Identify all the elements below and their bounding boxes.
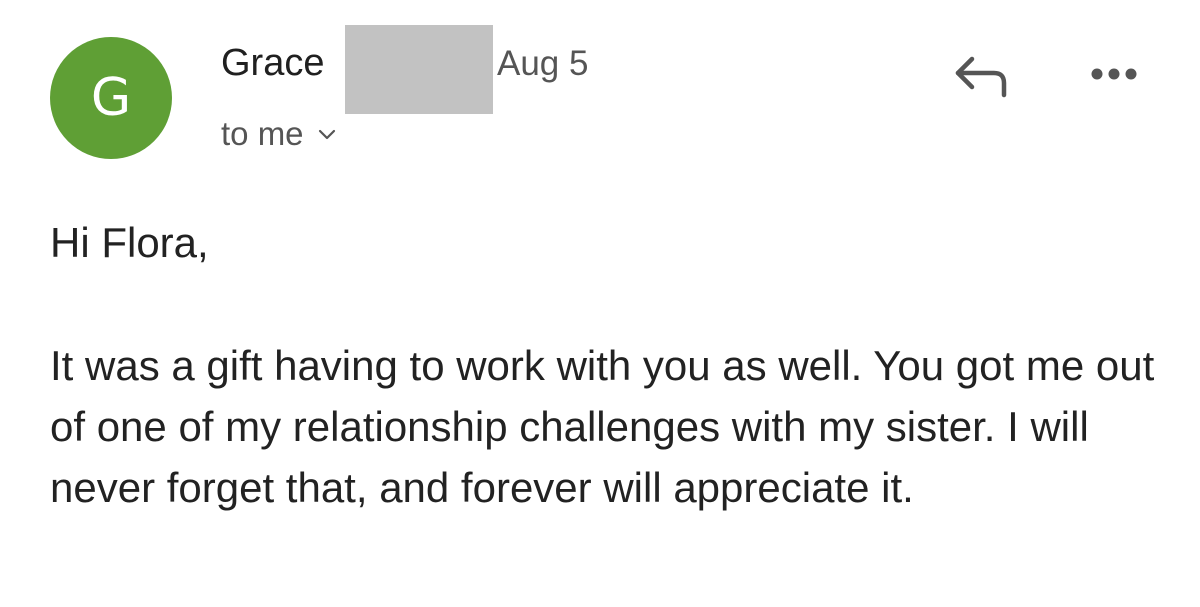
reply-button[interactable] — [945, 48, 1015, 104]
chevron-down-icon — [318, 129, 335, 140]
avatar-letter: G — [90, 68, 132, 128]
sender-name[interactable]: Grace — [221, 40, 324, 86]
message-greeting: Hi Flora, — [50, 219, 209, 266]
message-date: Aug 5 — [497, 44, 589, 83]
more-options-icon — [1091, 68, 1137, 80]
recipient-label: to me — [221, 115, 304, 152]
redacted-sender-email — [345, 25, 493, 114]
reply-icon — [955, 56, 1007, 98]
more-options-button[interactable] — [1080, 52, 1150, 96]
recipient-details-toggle[interactable]: to me — [221, 112, 338, 156]
message-body: It was a gift having to work with you as… — [50, 342, 1155, 511]
sender-avatar[interactable]: G — [50, 37, 172, 159]
